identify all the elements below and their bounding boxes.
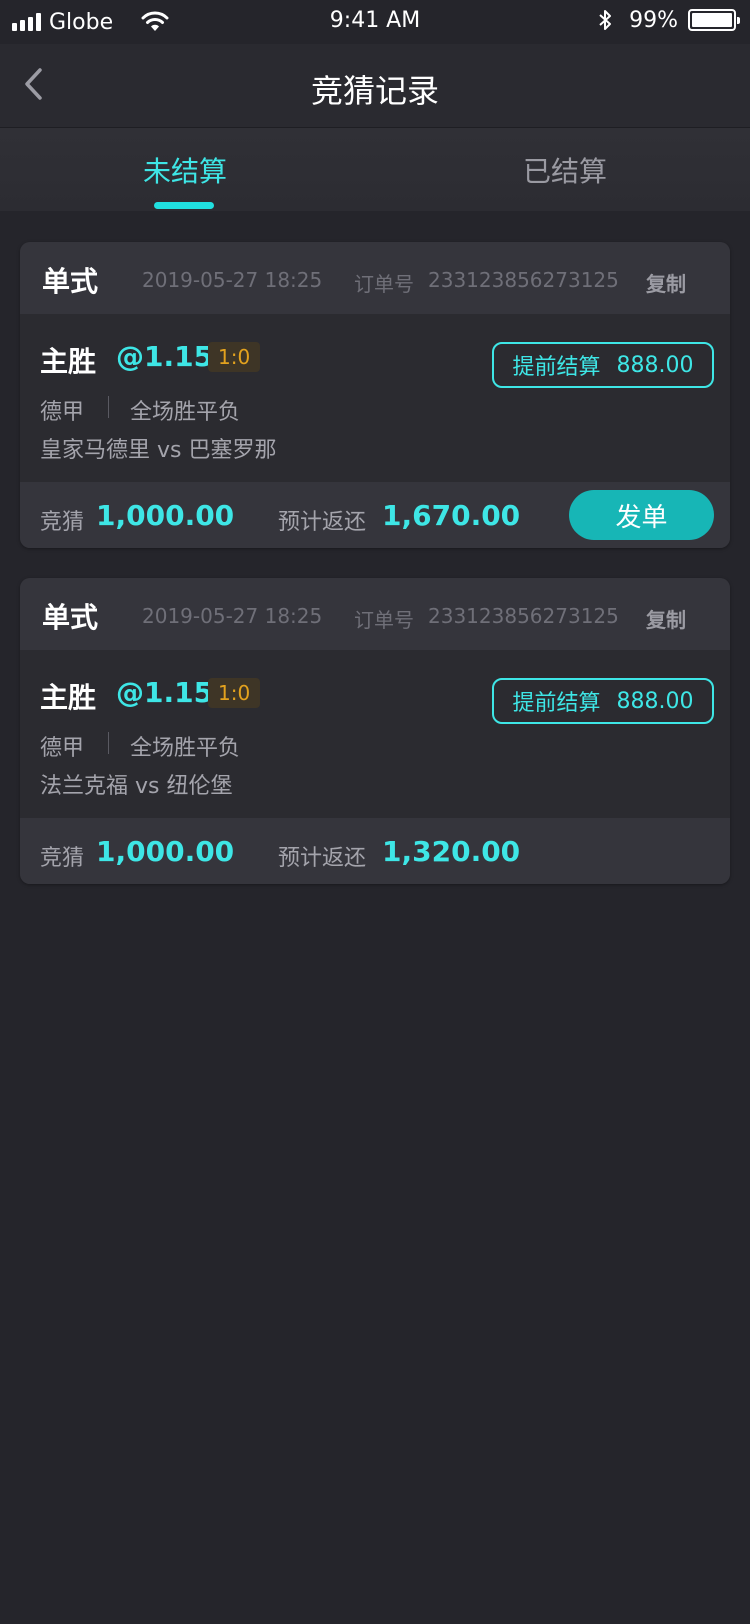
market-name: 全场胜平负 bbox=[130, 400, 241, 425]
bet-datetime: 2019-05-27 18:25 bbox=[142, 604, 323, 628]
order-number-label: 订单号 bbox=[354, 272, 414, 296]
score-badge: 1:0 bbox=[208, 342, 261, 372]
bet-type: 单式 bbox=[42, 601, 99, 634]
stake-amount: 1,000.00 bbox=[96, 499, 235, 532]
send-bet-button[interactable]: 发单 bbox=[569, 490, 714, 540]
bet-type: 单式 bbox=[42, 265, 99, 298]
stake-label: 竞猜 bbox=[40, 846, 85, 871]
status-bar: Globe 9:41 AM 99% bbox=[0, 0, 750, 44]
bet-card-body: 主胜 @1.15 1:0 德甲 全场胜平负 法兰克福 vs 纽伦堡 提前结算 8… bbox=[20, 650, 730, 818]
tab-bar: 未结算 已结算 bbox=[0, 128, 750, 211]
match-teams: 法兰克福 vs 纽伦堡 bbox=[40, 774, 233, 799]
status-right: 99% bbox=[597, 6, 740, 34]
page-title: 竞猜记录 bbox=[310, 72, 439, 110]
nav-bar: 竞猜记录 bbox=[0, 44, 750, 128]
cashout-value: 888.00 bbox=[616, 352, 694, 378]
bet-card-header: 单式 2019-05-27 18:25 订单号 233123856273125 … bbox=[20, 578, 730, 650]
cashout-label: 提前结算 bbox=[512, 691, 601, 716]
bet-card-footer: 竞猜 1,000.00 预计返还 1,670.00 发单 bbox=[20, 482, 730, 548]
score-badge: 1:0 bbox=[208, 678, 261, 708]
battery-icon bbox=[688, 9, 740, 31]
bet-card: 单式 2019-05-27 18:25 订单号 233123856273125 … bbox=[20, 578, 730, 884]
tab-indicator bbox=[154, 202, 214, 209]
cashout-label: 提前结算 bbox=[512, 355, 601, 380]
bluetooth-icon bbox=[599, 10, 612, 30]
bet-odds: @1.15 bbox=[116, 676, 214, 709]
tab-settled[interactable]: 已结算 bbox=[415, 150, 715, 190]
return-amount: 1,670.00 bbox=[382, 499, 521, 532]
bet-card-header: 单式 2019-05-27 18:25 订单号 233123856273125 … bbox=[20, 242, 730, 314]
return-amount: 1,320.00 bbox=[382, 835, 521, 868]
cashout-value: 888.00 bbox=[616, 688, 694, 714]
battery-percent: 99% bbox=[629, 7, 678, 33]
league-name: 德甲 bbox=[40, 400, 85, 425]
order-number: 233123856273125 bbox=[428, 268, 619, 292]
league-name: 德甲 bbox=[40, 736, 85, 761]
order-number-label: 订单号 bbox=[354, 608, 414, 632]
bet-pick: 主胜 bbox=[40, 345, 97, 378]
bet-card-body: 主胜 @1.15 1:0 德甲 全场胜平负 皇家马德里 vs 巴塞罗那 提前结算… bbox=[20, 314, 730, 482]
copy-button[interactable]: 复制 bbox=[646, 268, 686, 297]
copy-button[interactable]: 复制 bbox=[646, 604, 686, 633]
cashout-button[interactable]: 提前结算 888.00 bbox=[492, 342, 714, 388]
return-label: 预计返还 bbox=[278, 846, 367, 871]
battery-level bbox=[692, 13, 732, 27]
bet-pick: 主胜 bbox=[40, 681, 97, 714]
cashout-button[interactable]: 提前结算 888.00 bbox=[492, 678, 714, 724]
bet-odds: @1.15 bbox=[116, 340, 214, 373]
stake-amount: 1,000.00 bbox=[96, 835, 235, 868]
divider bbox=[108, 732, 109, 754]
bet-datetime: 2019-05-27 18:25 bbox=[142, 268, 323, 292]
order-number: 233123856273125 bbox=[428, 604, 619, 628]
stake-label: 竞猜 bbox=[40, 510, 85, 535]
bet-card-footer: 竞猜 1,000.00 预计返还 1,320.00 bbox=[20, 818, 730, 884]
bet-card: 单式 2019-05-27 18:25 订单号 233123856273125 … bbox=[20, 242, 730, 548]
tab-unsettled[interactable]: 未结算 bbox=[35, 150, 335, 190]
divider bbox=[108, 396, 109, 418]
return-label: 预计返还 bbox=[278, 510, 367, 535]
match-teams: 皇家马德里 vs 巴塞罗那 bbox=[40, 438, 277, 463]
market-name: 全场胜平负 bbox=[130, 736, 241, 761]
